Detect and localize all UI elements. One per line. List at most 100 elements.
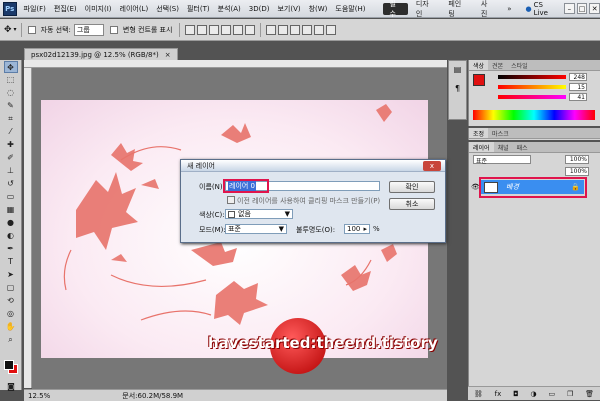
b-value[interactable]: 41	[569, 93, 587, 101]
tab-masks[interactable]: 마스크	[488, 128, 513, 138]
tab-layers[interactable]: 레이어	[469, 142, 494, 152]
distribute-left-icon[interactable]	[302, 24, 313, 35]
r-slider[interactable]	[498, 75, 566, 79]
close-window-button[interactable]: ✕	[589, 3, 600, 14]
hand-tool-icon[interactable]: ✋	[4, 321, 18, 333]
distribute-top-icon[interactable]	[266, 24, 277, 35]
layer-style-icon[interactable]: fx	[495, 390, 502, 398]
pen-tool-icon[interactable]: ✒	[4, 243, 18, 255]
eraser-tool-icon[interactable]: ▭	[4, 191, 18, 203]
tab-color[interactable]: 색상	[469, 60, 489, 70]
align-left-icon[interactable]	[221, 24, 232, 35]
blur-tool-icon[interactable]: ●	[4, 217, 18, 229]
g-value[interactable]: 15	[569, 83, 587, 91]
eyedropper-tool-icon[interactable]: ⁄	[4, 126, 18, 138]
minimize-button[interactable]: –	[564, 3, 575, 14]
crop-tool-icon[interactable]: ⌗	[4, 113, 18, 125]
clipping-mask-checkbox[interactable]	[227, 196, 235, 204]
distribute-hcenter-icon[interactable]	[314, 24, 325, 35]
quick-mask-icon[interactable]: ◙	[4, 381, 18, 393]
workspace-essentials[interactable]: 필수	[383, 0, 408, 18]
gradient-tool-icon[interactable]: ▦	[4, 204, 18, 216]
tab-swatches[interactable]: 견본	[488, 60, 507, 70]
move-tool-icon[interactable]: ✥	[3, 61, 18, 73]
history-panel-icon[interactable]: ▤	[449, 65, 466, 74]
r-value[interactable]: 248	[569, 73, 587, 81]
workspace-photography[interactable]: 사진	[475, 0, 499, 18]
color-spectrum-bar[interactable]	[473, 110, 595, 120]
opacity-field[interactable]: 100%	[565, 155, 589, 164]
ok-button[interactable]: 확인	[389, 181, 435, 193]
clone-stamp-tool-icon[interactable]: ⊥	[4, 165, 18, 177]
distribute-bottom-icon[interactable]	[290, 24, 301, 35]
fill-field[interactable]: 100%	[565, 167, 589, 176]
color-dropdown[interactable]: 없음 ▼	[225, 209, 293, 219]
tool-preset-dropdown-icon[interactable]: ▾	[14, 26, 17, 33]
close-tab-icon[interactable]: ×	[165, 51, 171, 59]
menu-edit[interactable]: 편집(E)	[50, 4, 81, 14]
align-hcenter-icon[interactable]	[233, 24, 244, 35]
blend-mode-dropdown[interactable]: 표준	[473, 155, 531, 165]
b-slider[interactable]	[498, 95, 566, 99]
cancel-button[interactable]: 취소	[389, 198, 435, 210]
paragraph-panel-icon[interactable]: ¶	[449, 84, 466, 93]
menu-3d[interactable]: 3D(D)	[245, 5, 274, 13]
adjustment-layer-icon[interactable]: ◑	[531, 390, 537, 398]
menu-layer[interactable]: 레이어(L)	[116, 4, 153, 14]
healing-brush-tool-icon[interactable]: ✚	[4, 139, 18, 151]
opacity-input[interactable]: 100 ▸	[344, 224, 370, 234]
menu-image[interactable]: 이미지(I)	[81, 4, 116, 14]
type-tool-icon[interactable]: T	[4, 256, 18, 268]
menu-select[interactable]: 선택(S)	[152, 4, 183, 14]
foreground-color-swatch[interactable]	[4, 360, 14, 370]
3d-rotate-tool-icon[interactable]: ⟲	[4, 295, 18, 307]
quick-select-tool-icon[interactable]: ✎	[4, 100, 18, 112]
lasso-tool-icon[interactable]: ◌	[4, 87, 18, 99]
menu-window[interactable]: 창(W)	[305, 4, 332, 14]
menu-help[interactable]: 도움말(H)	[331, 4, 369, 14]
tab-paths[interactable]: 패스	[513, 142, 532, 152]
shape-tool-icon[interactable]: ▢	[4, 282, 18, 294]
link-layers-icon[interactable]: ⛓	[474, 390, 483, 398]
auto-select-checkbox[interactable]	[27, 25, 36, 34]
show-transform-checkbox[interactable]	[109, 25, 118, 34]
tab-channels[interactable]: 채널	[494, 142, 513, 152]
move-tool-icon[interactable]: ✥	[4, 25, 12, 35]
workspace-painting[interactable]: 페인팅	[442, 0, 473, 18]
menu-filter[interactable]: 필터(T)	[183, 4, 214, 14]
workspace-design[interactable]: 디자인	[410, 0, 441, 18]
dodge-tool-icon[interactable]: ◐	[4, 230, 18, 242]
align-bottom-icon[interactable]	[209, 24, 220, 35]
g-slider[interactable]	[498, 85, 566, 89]
tab-adjustments[interactable]: 조정	[469, 128, 489, 138]
distribute-right-icon[interactable]	[326, 24, 337, 35]
document-tab[interactable]: psx02d12139.jpg @ 12.5% (RGB/8*) ×	[24, 48, 178, 60]
new-layer-icon[interactable]: ❐	[567, 390, 573, 398]
menu-analysis[interactable]: 분석(A)	[214, 4, 245, 14]
align-vcenter-icon[interactable]	[197, 24, 208, 35]
distribute-vcenter-icon[interactable]	[278, 24, 289, 35]
brush-tool-icon[interactable]: ✐	[4, 152, 18, 164]
menu-view[interactable]: 보기(V)	[273, 4, 304, 14]
tab-styles[interactable]: 스타일	[507, 60, 532, 70]
fg-color-swatch[interactable]	[473, 74, 485, 86]
auto-select-dropdown[interactable]: 그룹	[73, 23, 104, 36]
align-right-icon[interactable]	[245, 24, 256, 35]
3d-orbit-tool-icon[interactable]: ◎	[4, 308, 18, 320]
align-top-icon[interactable]	[185, 24, 196, 35]
workspace-more-button[interactable]: »	[501, 3, 517, 15]
zoom-tool-icon[interactable]: ⌕	[4, 334, 18, 346]
cs-live-button[interactable]: ● CS Live	[522, 1, 563, 17]
maximize-button[interactable]: □	[576, 3, 588, 14]
add-mask-icon[interactable]: ◘	[513, 390, 519, 398]
menu-file[interactable]: 파일(F)	[20, 4, 50, 14]
new-group-icon[interactable]: ▭	[549, 390, 556, 398]
mode-dropdown[interactable]: 표준 ▼	[225, 224, 287, 234]
marquee-tool-icon[interactable]: ⬚	[4, 74, 18, 86]
dialog-close-button[interactable]: x	[423, 161, 441, 171]
history-brush-tool-icon[interactable]: ↺	[4, 178, 18, 190]
delete-layer-icon[interactable]: 🗑	[585, 390, 594, 398]
zoom-level[interactable]: 12.5%	[28, 392, 50, 400]
path-select-tool-icon[interactable]: ➤	[4, 269, 18, 281]
dialog-titlebar[interactable]: 새 레이어	[181, 160, 445, 172]
